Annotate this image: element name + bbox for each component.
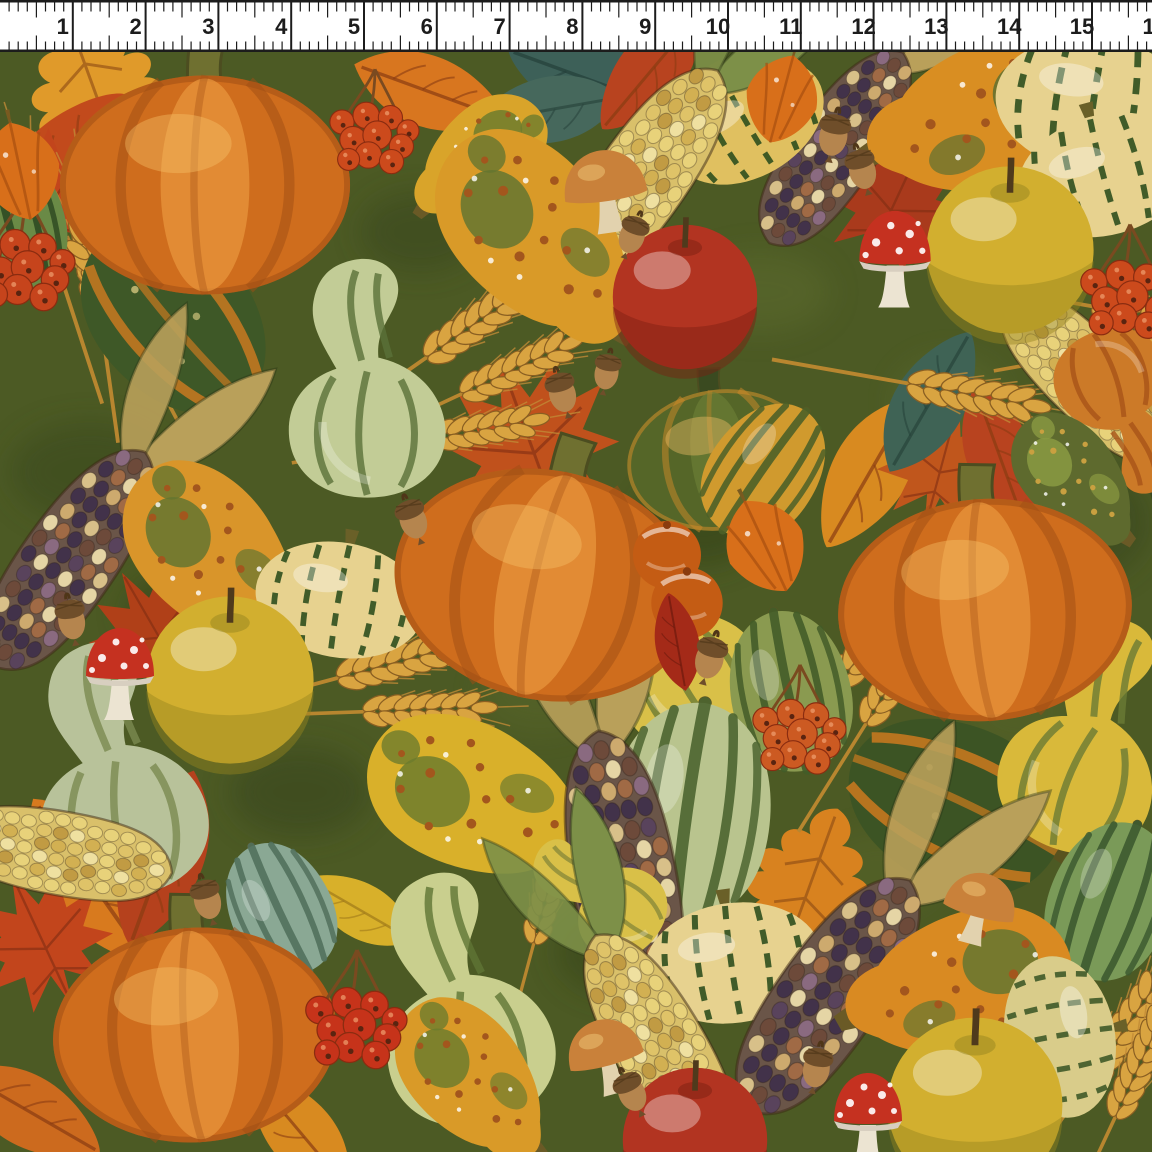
harvest-fabric-print [0, 52, 1152, 1152]
ruler-number-5: 5 [348, 14, 360, 39]
fabric-swatch-photo: Autumn harvest watercolor fabric swatch … [0, 0, 1152, 1152]
ruler-number-7: 7 [493, 14, 505, 39]
ruler-number-10: 10 [706, 14, 730, 39]
ruler-number-13: 13 [924, 14, 948, 39]
ruler-number-1: 1 [57, 14, 69, 39]
ruler-number-9: 9 [639, 14, 651, 39]
ruler-number-15: 15 [1070, 14, 1094, 39]
ruler-number-3: 3 [202, 14, 214, 39]
inch-ruler: 12345678910111213141516 [0, 0, 1152, 52]
ruler-number-6: 6 [421, 14, 433, 39]
ruler-number-16: 16 [1143, 14, 1152, 39]
ruler-number-2: 2 [129, 14, 141, 39]
ruler-number-11: 11 [779, 14, 802, 39]
ruler-number-12: 12 [851, 14, 875, 39]
ruler-number-14: 14 [997, 14, 1022, 39]
ruler-number-4: 4 [275, 14, 288, 39]
ruler-number-8: 8 [566, 14, 578, 39]
